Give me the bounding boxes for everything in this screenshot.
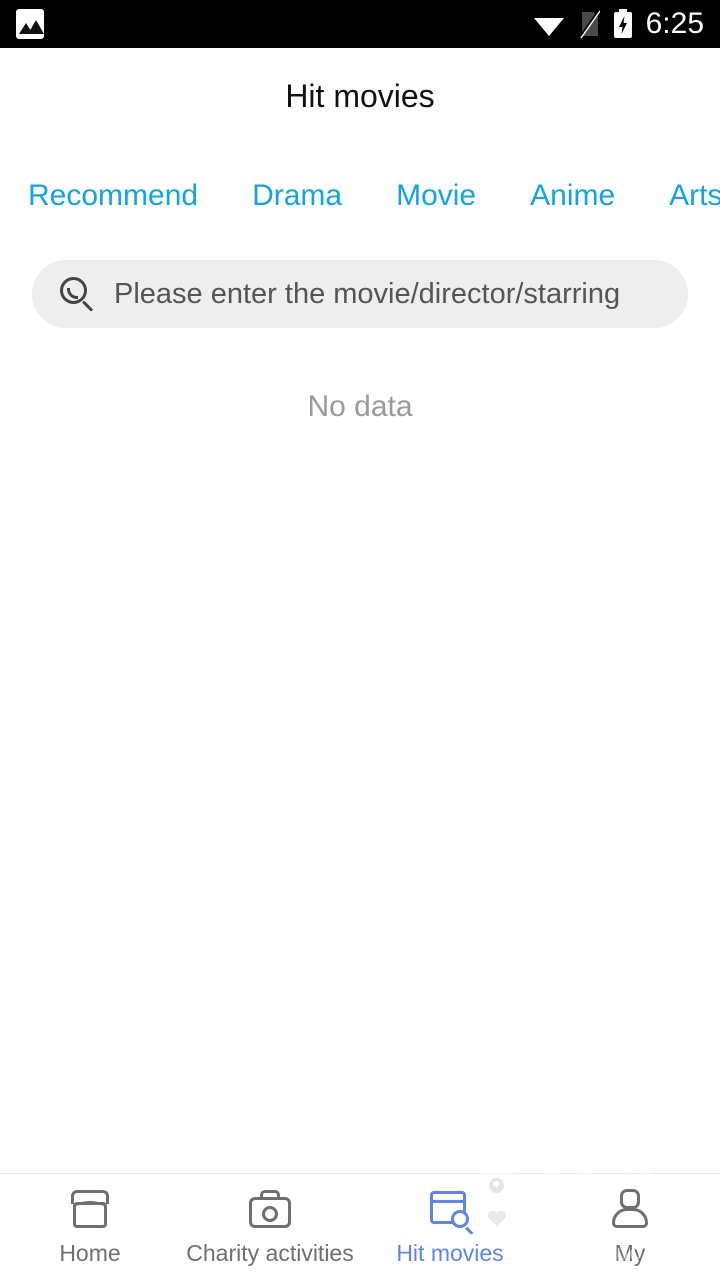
nav-charity[interactable]: Charity activities <box>180 1174 360 1280</box>
tab-anime[interactable]: Anime <box>530 181 615 211</box>
battery-charging-icon <box>613 9 632 38</box>
status-bar-right: 6:25 <box>532 7 720 41</box>
no-data-text: No data <box>307 390 413 423</box>
nav-home[interactable]: Home <box>0 1174 180 1280</box>
bottom-navigation: Home Charity activities Hit movies My <box>0 1173 720 1280</box>
tab-drama[interactable]: Drama <box>252 181 342 211</box>
page-title: Hit movies <box>285 77 435 114</box>
nav-hit-movies-label: Hit movies <box>396 1240 504 1266</box>
camera-icon <box>244 1186 296 1234</box>
status-bar-clock: 6:25 <box>645 7 704 40</box>
nav-home-label: Home <box>59 1240 121 1266</box>
search-icon <box>58 275 96 313</box>
nav-my[interactable]: My <box>540 1174 720 1280</box>
no-sim-icon <box>578 10 600 39</box>
wifi-icon <box>533 18 564 36</box>
nav-hit-movies[interactable]: Hit movies <box>360 1174 540 1280</box>
nav-charity-label: Charity activities <box>186 1240 354 1266</box>
tab-movie[interactable]: Movie <box>396 181 476 211</box>
search-bar[interactable] <box>32 260 688 328</box>
empty-state: No data <box>0 390 720 424</box>
photo-icon <box>16 9 44 39</box>
person-icon <box>604 1186 656 1234</box>
app-screen: 6:25 Hit movies Recommend Drama Movie An… <box>0 0 720 1280</box>
search-input[interactable] <box>114 277 662 311</box>
status-bar-left <box>0 9 44 39</box>
status-bar: 6:25 <box>0 0 720 48</box>
tab-arts[interactable]: Arts <box>669 181 720 211</box>
category-tab-strip[interactable]: Recommend Drama Movie Anime Arts <box>0 160 720 232</box>
window-search-icon <box>424 1186 476 1235</box>
nav-my-label: My <box>614 1240 646 1266</box>
tab-recommend[interactable]: Recommend <box>28 181 198 211</box>
store-icon <box>64 1186 116 1234</box>
title-bar: Hit movies <box>0 48 720 144</box>
